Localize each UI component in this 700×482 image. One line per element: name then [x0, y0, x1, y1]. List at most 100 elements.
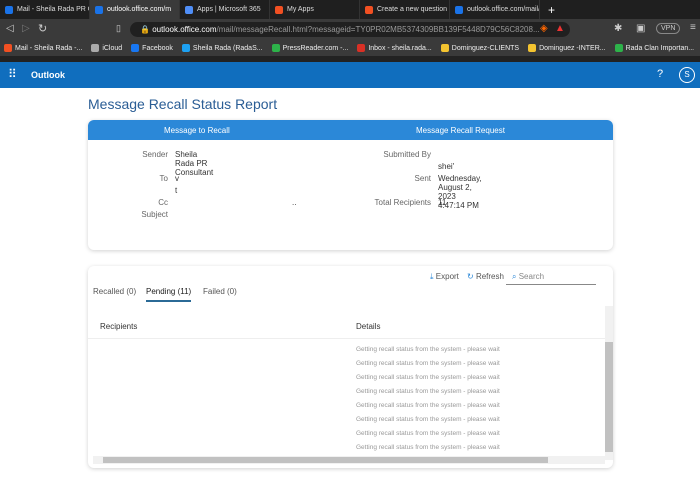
bookmark-icon: [614, 44, 623, 52]
table-row-details: Getting recall status from the system - …: [356, 346, 500, 353]
search-icon: ⌕: [512, 272, 517, 281]
summary-card: Message to Recall Message Recall Request: [88, 120, 613, 250]
cc-value: ..: [292, 198, 297, 207]
bookmark-icon: [91, 44, 100, 52]
bookmark-label: Facebook: [142, 44, 173, 52]
reload-icon[interactable]: ↻: [38, 22, 47, 35]
submitted-by-label: Submitted By: [383, 150, 431, 159]
cc-label: Cc: [158, 198, 168, 207]
brave-rewards-icon[interactable]: ▲: [555, 23, 565, 34]
to-label: To: [159, 174, 168, 183]
divider: [88, 338, 605, 339]
bookmark-item[interactable]: Sheila Rada (RadaS...: [181, 44, 263, 52]
tab-title: My Apps: [287, 6, 314, 13]
total-recipients-label: Total Recipients: [374, 198, 431, 207]
browser-tab[interactable]: Create a new question o: [360, 0, 450, 19]
vpn-button[interactable]: VPN: [656, 23, 681, 34]
download-icon: ⤓: [430, 272, 434, 281]
bookmark-item[interactable]: PressReader.com -...: [271, 44, 349, 52]
bookmark-icon: [528, 44, 537, 52]
bookmark-label: Dominguez-CLIENTS: [451, 44, 520, 52]
tab-title: outlook.office.com/mail/: [467, 6, 540, 13]
status-tab[interactable]: Pending (11): [146, 287, 192, 302]
left-header: Message to Recall: [164, 126, 230, 135]
table-row-details: Getting recall status from the system - …: [356, 430, 500, 437]
bookmark-label: Rada Clan Importan...: [625, 44, 695, 52]
column-header-recipients[interactable]: Recipients: [100, 322, 137, 331]
bookmark-icon: [357, 44, 366, 52]
horizontal-scrollbar[interactable]: [93, 456, 605, 464]
sender-label: Sender: [142, 150, 168, 159]
bookmark-item[interactable]: Inbox - sheila.rada...: [357, 44, 432, 52]
tab-title: Create a new question o: [377, 6, 450, 13]
tab-favicon-icon: [365, 5, 373, 14]
table-row-details: Getting recall status from the system - …: [356, 444, 500, 451]
tab-favicon-icon: [185, 5, 193, 14]
subject-label: Subject: [141, 210, 168, 219]
tab-favicon-icon: [455, 5, 463, 14]
status-tab[interactable]: Recalled (0): [93, 287, 136, 300]
help-button[interactable]: ?: [657, 68, 663, 80]
bookmark-label: iCloud: [102, 44, 123, 52]
bookmark-item[interactable]: Dominguez-CLIENTS: [440, 44, 520, 52]
brave-shield-icon[interactable]: ◈: [540, 23, 548, 34]
refresh-icon: ↻: [467, 272, 474, 281]
back-icon[interactable]: ◁: [6, 23, 14, 34]
bookmark-label: Dominguez -INTER...: [539, 44, 606, 52]
bookmark-item[interactable]: Mail - Sheila Rada -...: [4, 44, 82, 52]
wallet-icon[interactable]: ▣: [636, 23, 645, 34]
address-bar[interactable]: 🔒 outlook.office.com/mail/messageRecall.…: [130, 22, 570, 37]
bookmark-icon[interactable]: ▯: [116, 23, 121, 34]
extensions-icon[interactable]: ✱: [614, 23, 622, 34]
bookmark-label: Mail - Sheila Rada -...: [15, 44, 83, 52]
vertical-scrollbar[interactable]: [605, 306, 613, 460]
tab-title: Apps | Microsoft 365: [197, 6, 261, 13]
forward-icon[interactable]: ▷: [22, 23, 30, 34]
browser-tab[interactable]: outlook.office.com/m: [90, 0, 180, 19]
bookmark-icon: [4, 44, 12, 52]
browser-toolbar: ◁ ▷ ↻ ▯ 🔒 outlook.office.com/mail/messag…: [0, 19, 700, 40]
bookmark-item[interactable]: Rada Clan Importan...: [614, 44, 695, 52]
bookmark-label: Sheila Rada (RadaS...: [192, 44, 263, 52]
to-value: t: [175, 186, 178, 195]
refresh-label: Refresh: [475, 272, 504, 281]
scrollbar-thumb[interactable]: [103, 457, 548, 463]
app-header: ⠿ Outlook ? S: [0, 62, 700, 88]
browser-tab[interactable]: Apps | Microsoft 365: [180, 0, 270, 19]
app-launcher-icon[interactable]: ⠿: [8, 67, 17, 81]
new-tab-button[interactable]: +: [548, 3, 555, 17]
bookmark-icon: [131, 44, 140, 52]
scrollbar-thumb[interactable]: [605, 342, 613, 452]
bookmark-icon: [440, 44, 449, 52]
app-name: Outlook: [31, 70, 65, 80]
status-tab[interactable]: Failed (0): [203, 287, 237, 300]
bookmark-label: PressReader.com -...: [282, 44, 349, 52]
browser-tab-strip: Mail - Sheila Rada PR Co outlook.office.c…: [0, 0, 700, 19]
tab-title: Mail - Sheila Rada PR Co: [17, 6, 90, 13]
bookmark-item[interactable]: iCloud: [91, 44, 122, 52]
refresh-button[interactable]: ↻ Refresh: [467, 272, 504, 281]
bookmark-item[interactable]: Dominguez -INTER...: [528, 44, 606, 52]
column-header-details[interactable]: Details: [356, 322, 380, 331]
right-header: Message Recall Request: [416, 126, 505, 135]
tab-favicon-icon: [5, 5, 13, 14]
search-input[interactable]: ⌕ Search: [506, 270, 596, 285]
export-button[interactable]: ⤓ Export: [430, 272, 459, 282]
url-host: outlook.office.com: [152, 25, 217, 34]
bookmark-item[interactable]: Facebook: [131, 44, 173, 52]
browser-tab[interactable]: outlook.office.com/mail/: [450, 0, 540, 19]
submitted-by-value: shei': [438, 162, 455, 171]
bookmark-icon: [271, 44, 280, 52]
browser-tab[interactable]: Mail - Sheila Rada PR Co: [0, 0, 90, 19]
url-path: /mail/messageRecall.html?messageid=TY0PR…: [216, 25, 540, 34]
table-row-details: Getting recall status from the system - …: [356, 416, 500, 423]
table-row-details: Getting recall status from the system - …: [356, 388, 500, 395]
summary-header: Message to Recall Message Recall Request: [88, 120, 613, 140]
menu-icon[interactable]: ≡: [690, 22, 696, 33]
sent-label: Sent: [414, 174, 431, 183]
browser-tab[interactable]: My Apps: [270, 0, 360, 19]
bookmarks-bar: Mail - Sheila Rada -... iCloud Facebook She…: [0, 40, 700, 56]
search-placeholder: Search: [518, 272, 545, 281]
avatar[interactable]: S: [679, 67, 695, 83]
tab-favicon-icon: [275, 5, 283, 14]
